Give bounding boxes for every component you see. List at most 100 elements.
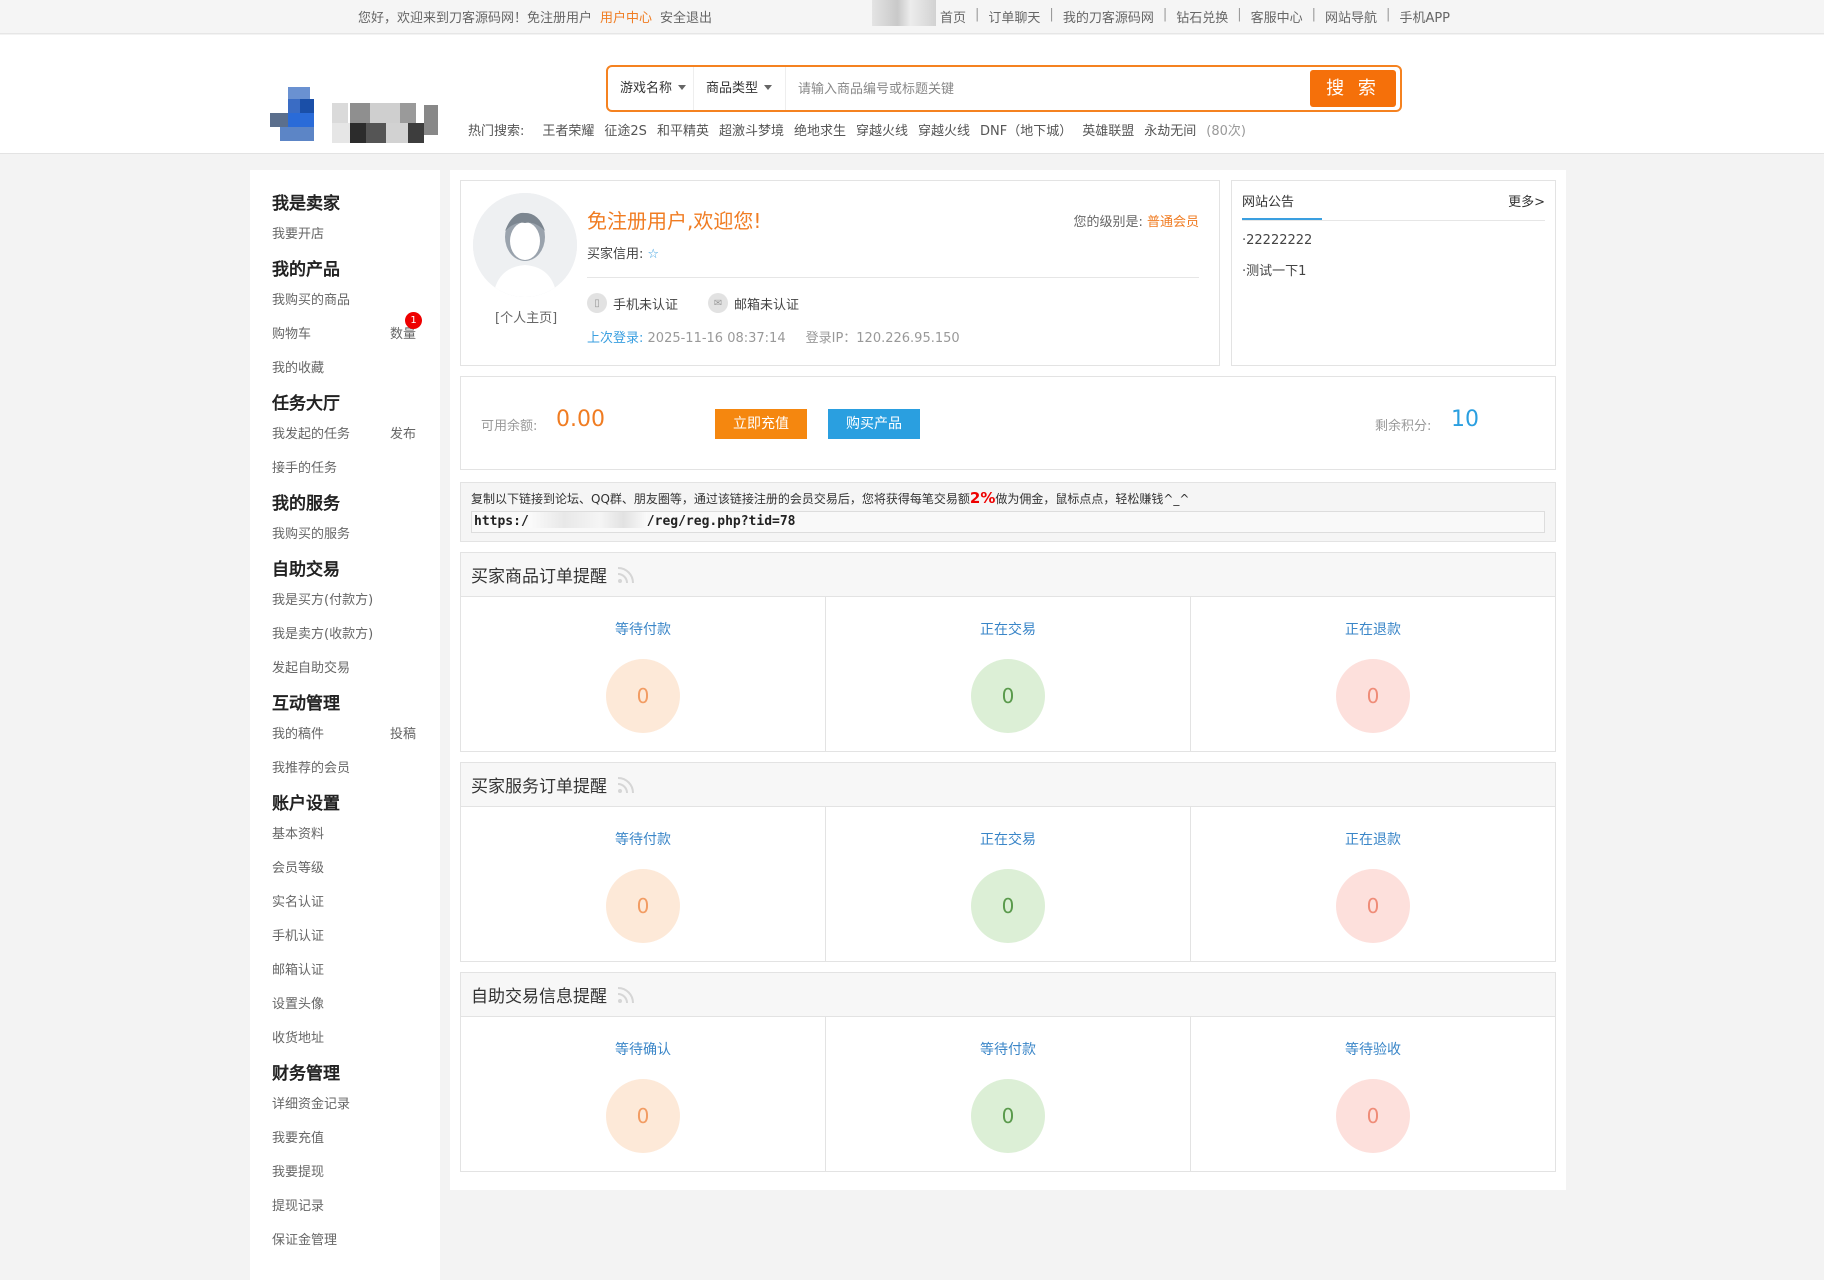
sidebar-item-real-name[interactable]: 实名认证 [272,886,422,920]
top-nav-home[interactable]: 首页 [940,7,966,26]
rss-icon [617,986,634,1003]
search-button[interactable]: 搜 索 [1310,70,1396,107]
hot-search-item[interactable]: 穿越火线 [856,120,908,139]
search-input[interactable] [788,67,1308,110]
balance-value: 0.00 [556,407,605,432]
sidebar-item-avatar[interactable]: 设置头像 [272,988,422,1022]
section-title: 自助交易信息提醒 [471,987,607,1007]
top-nav-my-site[interactable]: 我的刀客源码网 [1063,7,1154,26]
trade-status-awaiting-payment[interactable]: 等待付款 0 [826,1017,1191,1171]
hot-search-item[interactable]: 穿越火线 [918,120,970,139]
logout-link[interactable]: 安全退出 [660,7,712,26]
cart-count-badge: 1 [405,312,422,329]
announcement-item[interactable]: ·22222222 [1242,233,1545,248]
recharge-button[interactable]: 立即充值 [715,409,807,439]
sidebar-item-label: 我的稿件 [272,727,325,742]
sidebar-item-accepted-tasks[interactable]: 接手的任务 [272,452,422,486]
top-nav-diamond[interactable]: 钻石兑换 [1176,7,1228,26]
status-count: 0 [1336,659,1410,733]
sidebar-item-phone-verify[interactable]: 手机认证 [272,920,422,954]
sidebar-item-label: 实名认证 [272,895,325,910]
sidebar-item-member-level[interactable]: 会员等级 [272,852,422,886]
hot-search-item[interactable]: 英雄联盟 [1082,120,1134,139]
sidebar-item-basic-info[interactable]: 基本资料 [272,818,422,852]
top-bar: 您好，欢迎来到刀客源码网！免注册用户 用户中心 安全退出 首页 | 订单聊天 | 我… [0,0,1824,34]
sidebar-item-purchased-services[interactable]: 我购买的服务 [272,518,422,552]
sidebar-item-email-verify[interactable]: 邮箱认证 [272,954,422,988]
hot-search-item[interactable]: 王者荣耀 [542,120,594,139]
referral-link-suffix: /reg/reg.php?tid=78 [646,514,796,529]
hot-search-item[interactable]: 永劫无间 [1144,120,1196,139]
member-level-value[interactable]: 普通会员 [1147,215,1199,230]
more-link[interactable]: 更多> [1508,191,1545,210]
sidebar-group-seller: 我是卖家 [272,194,340,214]
top-nav-mobile-app[interactable]: 手机APP [1399,7,1450,26]
sidebar-item-label: 我要充值 [272,1131,325,1146]
greeting-text: 您好，欢迎来到刀客源码网！免注册用户 [358,11,593,26]
sidebar-item-buyer[interactable]: 我是买方(付款方) [272,584,422,618]
order-status-refunding[interactable]: 正在退款 0 [1191,597,1555,751]
submit-manuscript-link[interactable]: 投稿 [390,718,416,752]
points-value: 10 [1451,407,1479,432]
phone-verification[interactable]: ▯ 手机未认证 [587,293,678,313]
sidebar-item-purchased-goods[interactable]: 我购买的商品 [272,284,422,318]
sidebar-item-start-trade[interactable]: 发起自助交易 [272,652,422,686]
trade-status-awaiting-confirm[interactable]: 等待确认 0 [461,1017,826,1171]
sidebar-item-cart[interactable]: 购物车 数量 1 [272,312,422,352]
order-status-in-trade[interactable]: 正在交易 0 [826,807,1191,961]
user-center-link[interactable]: 用户中心 [600,7,652,26]
trade-status-awaiting-acceptance[interactable]: 等待验收 0 [1191,1017,1555,1171]
last-login-label: 上次登录: [587,331,644,346]
email-verification[interactable]: ✉ 邮箱未认证 [708,293,799,313]
sidebar-item-open-shop[interactable]: 我要开店 [272,218,422,252]
order-status-awaiting-payment[interactable]: 等待付款 0 [461,597,826,751]
top-nav-order-chat[interactable]: 订单聊天 [988,7,1040,26]
sidebar-item-label: 购物车 [272,327,312,342]
sidebar-item-label: 我是买方(付款方) [272,593,374,608]
avatar[interactable] [473,193,577,297]
sidebar-item-withdraw-records[interactable]: 提现记录 [272,1190,422,1224]
site-logo[interactable] [270,65,446,157]
publish-task-link[interactable]: 发布 [390,418,416,452]
sidebar-item-fund-records[interactable]: 详细资金记录 [272,1088,422,1122]
order-status-in-trade[interactable]: 正在交易 0 [826,597,1191,751]
buyer-credit: 买家信用: ☆ [587,243,659,262]
sidebar-item-address[interactable]: 收货地址 [272,1022,422,1056]
announcement-item[interactable]: ·测试一下1 [1242,260,1545,279]
hot-search-item[interactable]: DNF（地下城） [980,120,1072,139]
sidebar-item-favorites[interactable]: 我的收藏 [272,352,422,386]
order-status-refunding[interactable]: 正在退款 0 [1191,807,1555,961]
login-ip: 登录IP：120.226.95.150 [805,331,960,346]
sidebar-item-manuscripts[interactable]: 我的稿件 投稿 [272,718,422,752]
sidebar-item-deposit[interactable]: 保证金管理 [272,1224,422,1258]
top-nav-service[interactable]: 客服中心 [1251,7,1303,26]
personal-homepage-link[interactable]: [个人主页] [495,307,557,326]
hot-search-label: 热门搜索: [468,124,525,139]
buy-product-button[interactable]: 购买产品 [828,409,920,439]
sidebar-item-label: 邮箱认证 [272,963,325,978]
sidebar-item-label: 设置头像 [272,997,325,1012]
referral-text-before: 复制以下链接到论坛、QQ群、朋友圈等，通过该链接注册的会员交易后，您将获得每笔交… [471,492,970,506]
hot-search-item[interactable]: 和平精英 [657,120,709,139]
game-name-dropdown[interactable]: 游戏名称 [608,67,694,110]
product-type-dropdown[interactable]: 商品类型 [694,67,786,110]
sidebar-item-label: 发起自助交易 [272,661,351,676]
sidebar-item-withdraw[interactable]: 我要提现 [272,1156,422,1190]
hot-search-item[interactable]: 征途2S [604,120,647,139]
mail-icon: ✉ [708,293,729,313]
buyer-service-orders: 买家服务订单提醒 等待付款 0 正在交易 0 正在退款 0 [460,762,1556,962]
top-nav-sitemap[interactable]: 网站导航 [1325,7,1377,26]
hot-search-item[interactable]: 绝地求生 [794,120,846,139]
sidebar-item-my-tasks[interactable]: 我发起的任务 发布 [272,418,422,452]
sidebar-item-seller[interactable]: 我是卖方(收款方) [272,618,422,652]
referral-link-field[interactable]: https:/ /reg/reg.php?tid=78 [471,511,1545,533]
sidebar-item-referrals[interactable]: 我推荐的会员 [272,752,422,786]
status-label: 正在退款 [1345,622,1401,638]
search-bar: 游戏名称 商品类型 搜 索 [606,65,1402,112]
sidebar-item-label: 接手的任务 [272,461,338,476]
order-status-awaiting-payment[interactable]: 等待付款 0 [461,807,826,961]
chevron-down-icon [678,85,687,90]
sidebar-item-recharge[interactable]: 我要充值 [272,1122,422,1156]
buyer-goods-orders: 买家商品订单提醒 等待付款 0 正在交易 0 正在退款 0 [460,552,1556,752]
hot-search-item[interactable]: 超激斗梦境 [719,120,784,139]
